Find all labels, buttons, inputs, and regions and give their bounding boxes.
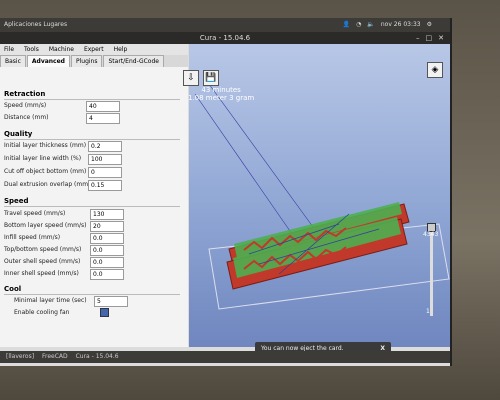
menu-machine[interactable]: Machine [49, 46, 74, 53]
section-divider [4, 206, 180, 207]
infill-speed-label: Infill speed (mm/s) [4, 234, 61, 241]
taskbar-item-llaveros[interactable]: [llaveros] [6, 353, 34, 360]
initial-layer-thickness-label: Initial layer thickness (mm) [4, 142, 87, 149]
save-toolpath-icon[interactable]: 💾 [203, 70, 219, 86]
section-divider [4, 99, 180, 100]
inner-shell-speed-label: Inner shell speed (mm/s) [4, 270, 79, 277]
section-retraction: Retraction [4, 90, 46, 98]
taskbar-item-freecad[interactable]: FreeCAD [42, 353, 68, 360]
section-divider [4, 139, 180, 140]
distance-label: Distance (mm) [4, 114, 49, 121]
view-mode-icon[interactable]: ◈ [427, 62, 443, 78]
tab-plugins[interactable]: Plugins [70, 55, 103, 67]
dual-extrusion-overlap-input[interactable]: 0.15 [88, 180, 122, 191]
menu-tools[interactable]: Tools [24, 46, 39, 53]
section-cool: Cool [4, 285, 22, 293]
menu-bar: File Tools Machine Expert Help [0, 44, 188, 55]
dual-extrusion-overlap-label: Dual extrusion overlap (mm) [4, 181, 91, 188]
top-bottom-speed-input[interactable]: 0.0 [90, 245, 124, 256]
print-info: 43 minutes 1.08 meter 3 gram [188, 86, 254, 102]
layer-total-value: 43 [430, 231, 439, 238]
taskbar-item-cura[interactable]: Cura - 15.04.6 [76, 353, 119, 360]
settings-gear-icon[interactable]: ⚙ [427, 18, 432, 32]
outer-shell-speed-input[interactable]: 0.0 [90, 257, 124, 268]
print-time: 43 minutes [201, 86, 241, 94]
retraction-distance-input[interactable]: 4 [86, 113, 120, 124]
window-titlebar: Cura - 15.04.6 – □ ✕ [0, 32, 450, 44]
system-top-bar: Aplicaciones Lugares 👤 ◔ 🔈 nov 26 03:33 … [0, 18, 450, 32]
user-icon[interactable]: 👤 [343, 18, 350, 32]
enable-cooling-fan-label: Enable cooling fan [14, 309, 70, 316]
layer-min: 1 [426, 308, 430, 315]
cut-off-bottom-input[interactable]: 0 [88, 167, 122, 178]
tab-advanced[interactable]: Advanced [26, 55, 70, 67]
inner-shell-speed-input[interactable]: 0.0 [90, 269, 124, 280]
travel-path-line [208, 83, 330, 250]
bottom-layer-speed-input[interactable]: 20 [90, 221, 124, 232]
tab-basic[interactable]: Basic [0, 55, 26, 67]
minimal-layer-time-input[interactable]: 5 [94, 296, 128, 307]
clock[interactable]: nov 26 03:33 [381, 18, 421, 32]
settings-panel: Retraction Speed (mm/s) 40 Distance (mm)… [0, 67, 188, 347]
volume-icon[interactable]: 🔈 [367, 18, 374, 32]
layer-current: 4343 [423, 231, 438, 238]
infill-speed-input[interactable]: 0.0 [90, 233, 124, 244]
menu-help[interactable]: Help [114, 46, 128, 53]
top-bottom-speed-label: Top/bottom speed (mm/s) [4, 246, 82, 253]
bottom-layer-speed-label: Bottom layer speed (mm/s) [4, 222, 87, 229]
travel-speed-input[interactable]: 130 [90, 209, 124, 220]
travel-path-line [194, 93, 300, 245]
speed-label: Speed (mm/s) [4, 102, 47, 109]
window-title: Cura - 15.04.6 [199, 34, 251, 42]
travel-speed-label: Travel speed (mm/s) [4, 210, 66, 217]
layer-current-value: 43 [423, 231, 431, 238]
section-speed: Speed [4, 197, 29, 205]
close-icon[interactable]: ✕ [438, 32, 444, 44]
top-left-menu[interactable]: Aplicaciones Lugares [4, 18, 67, 32]
load-model-icon[interactable]: ⇩ [183, 70, 199, 86]
section-divider [4, 294, 180, 295]
outer-shell-speed-label: Outer shell speed (mm/s) [4, 258, 81, 265]
retraction-speed-input[interactable]: 40 [86, 101, 120, 112]
enable-cooling-fan-checkbox[interactable] [100, 308, 109, 317]
section-quality: Quality [4, 130, 33, 138]
print-material: 1.08 meter 3 gram [188, 94, 255, 102]
settings-tabs: Basic Advanced Plugins Start/End-GCode [0, 55, 188, 67]
initial-layer-thickness-input[interactable]: 0.2 [88, 141, 122, 152]
tab-start-end-gcode[interactable]: Start/End-GCode [103, 55, 164, 67]
initial-layer-line-width-input[interactable]: 100 [88, 154, 122, 165]
minimal-layer-time-label: Minimal layer time (sec) [14, 297, 87, 304]
cut-off-bottom-label: Cut off object bottom (mm) [4, 168, 87, 175]
taskbar: [llaveros] FreeCAD Cura - 15.04.6 [0, 351, 450, 363]
layer-slider-track[interactable] [430, 226, 433, 316]
initial-layer-line-width-label: Initial layer line width (%) [4, 155, 82, 162]
minimize-icon[interactable]: – [416, 32, 420, 44]
menu-expert[interactable]: Expert [84, 46, 104, 53]
maximize-icon[interactable]: □ [426, 32, 433, 44]
menu-file[interactable]: File [4, 46, 14, 53]
wifi-icon[interactable]: ◔ [356, 18, 361, 32]
